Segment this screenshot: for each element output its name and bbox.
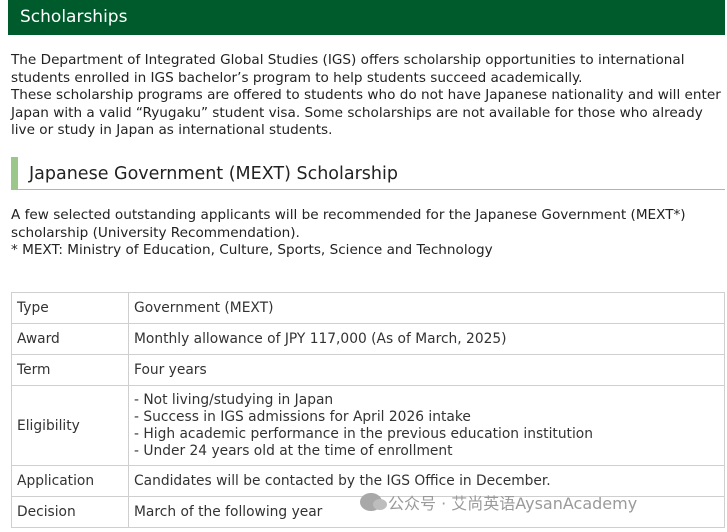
description-text: A few selected outstanding applicants wi…: [11, 207, 686, 241]
row-value-eligibility: - Not living/studying in Japan - Success…: [128, 385, 725, 466]
row-value-award: Monthly allowance of JPY 117,000 (As of …: [128, 323, 725, 355]
eligibility-item: - High academic performance in the previ…: [134, 425, 593, 442]
table-row: Eligibility - Not living/studying in Jap…: [11, 385, 725, 466]
intro-text: The Department of Integrated Global Stud…: [11, 52, 725, 140]
intro-paragraph-1: The Department of Integrated Global Stud…: [11, 52, 685, 86]
wechat-icon: [360, 493, 387, 511]
section-heading: Japanese Government (MEXT) Scholarship: [11, 157, 725, 190]
watermark-text: 公众号 · 艾尚英语AysanAcademy: [388, 494, 638, 513]
intro-paragraph-2: These scholarship programs are offered t…: [11, 87, 721, 138]
table-row: Term Four years: [11, 354, 725, 386]
row-label-award: Award: [11, 323, 129, 355]
row-value-term: Four years: [128, 354, 725, 386]
mext-footnote: * MEXT: Ministry of Education, Culture, …: [11, 242, 493, 258]
page-title: Scholarships: [20, 7, 128, 27]
row-value-type: Government (MEXT): [128, 292, 725, 324]
row-label-decision: Decision: [11, 496, 129, 528]
eligibility-item: - Under 24 years old at the time of enro…: [134, 442, 453, 459]
eligibility-item: - Not living/studying in Japan: [134, 391, 334, 408]
section-title: Japanese Government (MEXT) Scholarship: [29, 164, 398, 184]
row-label-type: Type: [11, 292, 129, 324]
page-header: Scholarships: [8, 0, 725, 35]
table-row: Type Government (MEXT): [11, 292, 725, 324]
row-label-application: Application: [11, 465, 129, 497]
eligibility-item: - Success in IGS admissions for April 20…: [134, 408, 471, 425]
section-description: A few selected outstanding applicants wi…: [11, 207, 725, 260]
table-row: Award Monthly allowance of JPY 117,000 (…: [11, 323, 725, 355]
watermark: 公众号 · 艾尚英语AysanAcademy: [360, 490, 637, 514]
row-label-term: Term: [11, 354, 129, 386]
row-label-eligibility: Eligibility: [11, 385, 129, 466]
